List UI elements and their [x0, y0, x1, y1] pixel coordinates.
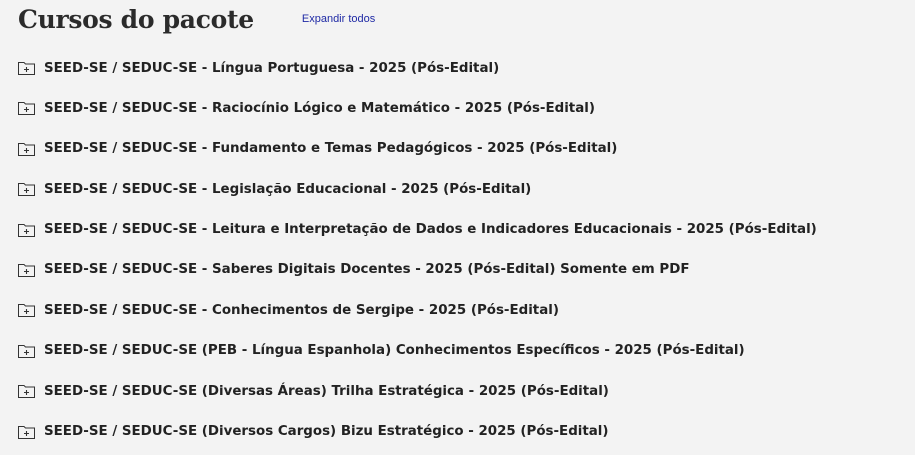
folder-plus-icon[interactable] — [18, 61, 35, 75]
course-label: SEED-SE / SEDUC-SE - Legislação Educacio… — [44, 181, 532, 197]
course-list: SEED-SE / SEDUC-SE - Língua Portuguesa -… — [18, 58, 817, 455]
course-item[interactable]: SEED-SE / SEDUC-SE - Língua Portuguesa -… — [18, 58, 817, 78]
course-package-panel: Cursos do pacote Expandir todos SEED-SE … — [0, 0, 915, 455]
course-label: SEED-SE / SEDUC-SE - Saberes Digitais Do… — [44, 262, 690, 278]
course-item[interactable]: SEED-SE / SEDUC-SE - Legislação Educacio… — [18, 179, 817, 199]
folder-plus-icon[interactable] — [18, 425, 35, 439]
course-label: SEED-SE / SEDUC-SE - Língua Portuguesa -… — [44, 60, 500, 76]
folder-plus-icon[interactable] — [18, 344, 35, 358]
course-label: SEED-SE / SEDUC-SE - Leitura e Interpret… — [44, 222, 817, 238]
folder-plus-icon[interactable] — [18, 384, 35, 399]
course-item[interactable]: SEED-SE / SEDUC-SE - Saberes Digitais Do… — [18, 260, 817, 280]
course-label: SEED-SE / SEDUC-SE (PEB - Língua Espanho… — [44, 343, 745, 359]
folder-plus-icon[interactable] — [18, 303, 35, 318]
course-item[interactable]: SEED-SE / SEDUC-SE - Fundamento e Temas … — [18, 139, 817, 159]
course-item[interactable]: SEED-SE / SEDUC-SE (PEB - Língua Espanho… — [18, 341, 817, 361]
course-item[interactable]: SEED-SE / SEDUC-SE - Conhecimentos de Se… — [18, 300, 817, 320]
folder-plus-icon[interactable] — [18, 182, 35, 197]
course-label: SEED-SE / SEDUC-SE (Diversas Áreas) Tril… — [44, 383, 609, 399]
course-item[interactable]: SEED-SE / SEDUC-SE - Leitura e Interpret… — [18, 220, 817, 240]
course-item[interactable]: SEED-SE / SEDUC-SE (Diversos Cargos) Biz… — [18, 422, 817, 442]
course-label: SEED-SE / SEDUC-SE (Diversos Cargos) Biz… — [44, 424, 609, 440]
folder-plus-icon[interactable] — [18, 142, 35, 156]
folder-plus-icon[interactable] — [18, 101, 35, 116]
folder-plus-icon[interactable] — [18, 263, 35, 277]
course-label: SEED-SE / SEDUC-SE - Raciocínio Lógico e… — [44, 100, 595, 116]
page-title: Cursos do pacote — [18, 5, 254, 34]
course-item[interactable]: SEED-SE / SEDUC-SE (Diversas Áreas) Tril… — [18, 381, 817, 401]
folder-plus-icon[interactable] — [18, 223, 35, 237]
course-item[interactable]: SEED-SE / SEDUC-SE - Raciocínio Lógico e… — [18, 98, 817, 118]
course-label: SEED-SE / SEDUC-SE - Conhecimentos de Se… — [44, 302, 559, 318]
expand-all-link[interactable]: Expandir todos — [302, 13, 375, 25]
header: Cursos do pacote Expandir todos — [18, 5, 375, 34]
course-label: SEED-SE / SEDUC-SE - Fundamento e Temas … — [44, 141, 618, 157]
